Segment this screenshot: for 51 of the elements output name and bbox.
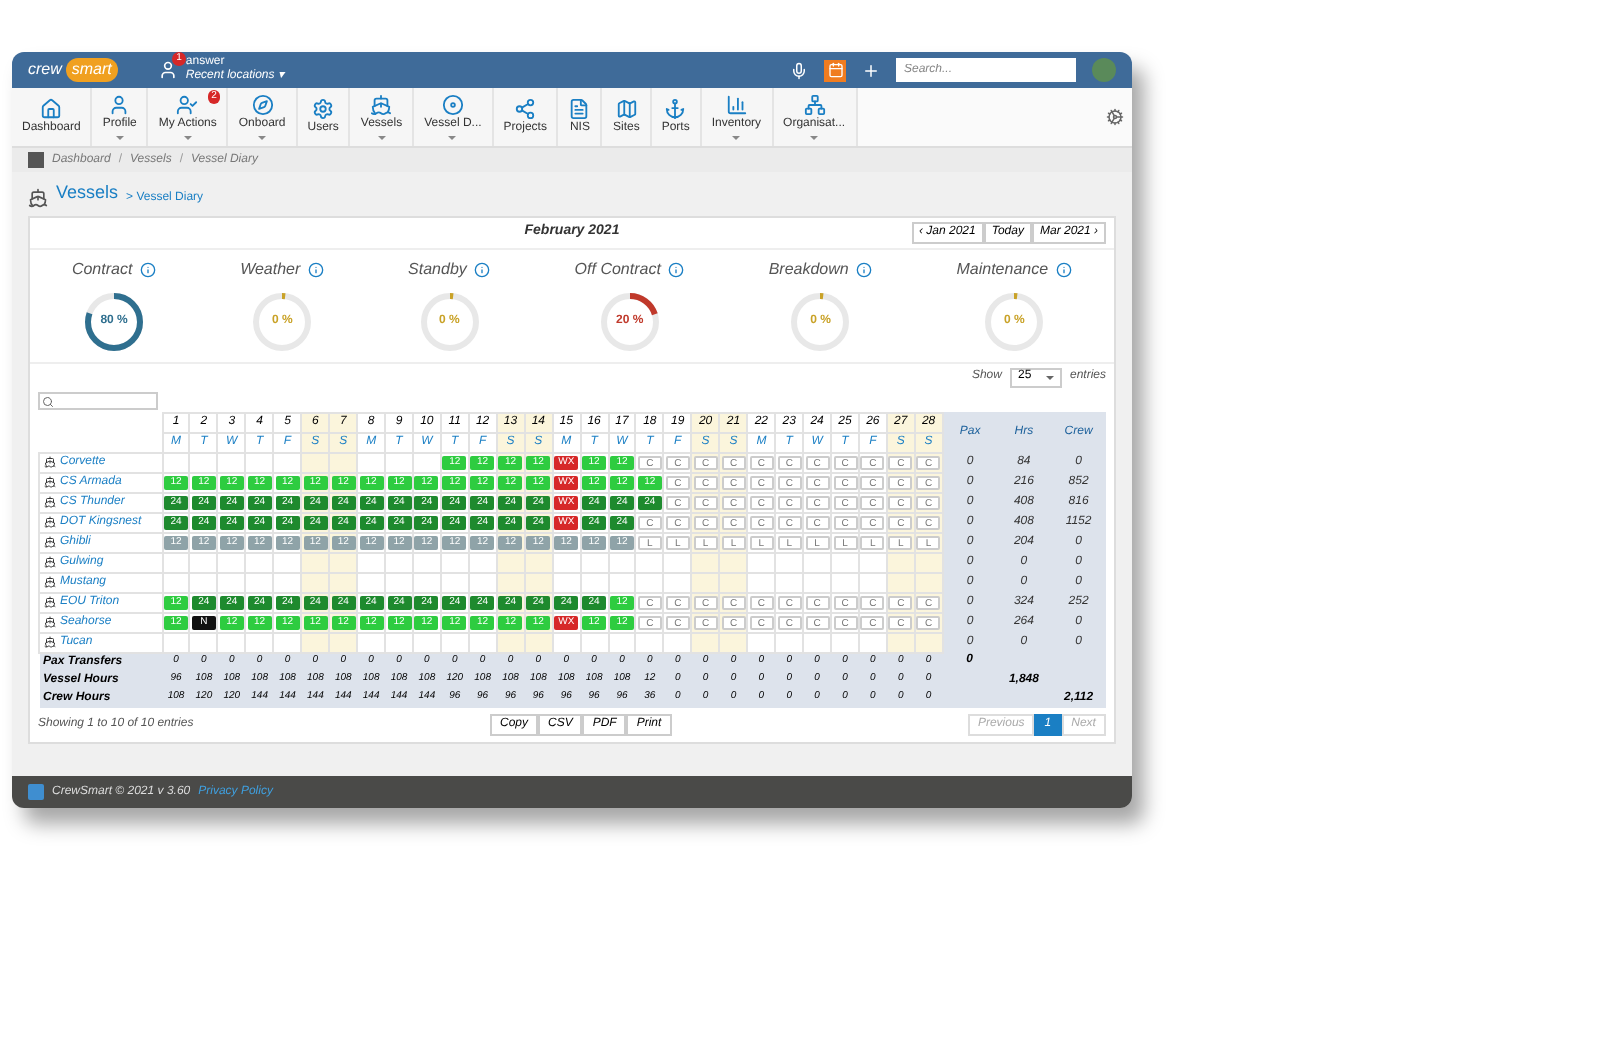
vessel-icon [44, 636, 56, 648]
nav-icon [40, 97, 63, 119]
user-icon[interactable] [157, 60, 178, 80]
gauge-ring [597, 289, 662, 353]
vessel-icon [44, 456, 56, 468]
vessel-icon [44, 556, 56, 568]
nav-icon [615, 97, 638, 119]
vessel-icon [44, 616, 56, 628]
kpi-label: Standby [408, 257, 467, 281]
ship-icon [28, 187, 48, 207]
nav-icon [441, 94, 464, 116]
gauge-ring [250, 289, 315, 353]
kpi-label: Weather [240, 257, 301, 281]
info-icon[interactable] [140, 261, 157, 277]
vessel-icon [44, 476, 56, 488]
vessel-icon [44, 496, 56, 508]
gauge-ring [82, 289, 147, 353]
nav-icon [725, 94, 748, 116]
page-title: Vessels [56, 180, 119, 206]
kpi-label: Off Contract [574, 257, 661, 281]
kpi-label: Maintenance [956, 257, 1049, 281]
nav-icon [803, 94, 826, 116]
add-icon[interactable] [862, 61, 880, 79]
nav-icon [514, 97, 537, 119]
footer-logo-icon [28, 784, 44, 800]
gauge-ring [982, 289, 1047, 353]
gauge-ring [417, 289, 482, 353]
nav-icon [568, 97, 591, 119]
nav-icon [108, 94, 131, 116]
vessel-icon [44, 536, 56, 548]
info-icon[interactable] [474, 261, 491, 277]
table-search-field[interactable] [38, 392, 158, 410]
nav-icon [312, 97, 335, 119]
nav-icon [370, 94, 393, 116]
gauge-ring [788, 289, 853, 353]
info-icon[interactable] [1056, 261, 1073, 277]
search-icon [42, 395, 54, 407]
nav-icon [176, 94, 199, 116]
vessel-icon [44, 516, 56, 528]
nav-icon [664, 97, 687, 119]
microphone-icon[interactable] [790, 61, 808, 79]
calendar-button[interactable] [824, 59, 846, 81]
settings-icon[interactable] [1106, 108, 1124, 126]
vessel-icon [44, 576, 56, 588]
info-icon[interactable] [856, 261, 873, 277]
info-icon[interactable] [668, 261, 685, 277]
vessel-icon [44, 596, 56, 608]
kpi-label: Breakdown [768, 257, 849, 281]
kpi-label: Contract [71, 257, 133, 281]
nav-icon [251, 94, 274, 116]
info-icon[interactable] [308, 261, 325, 277]
